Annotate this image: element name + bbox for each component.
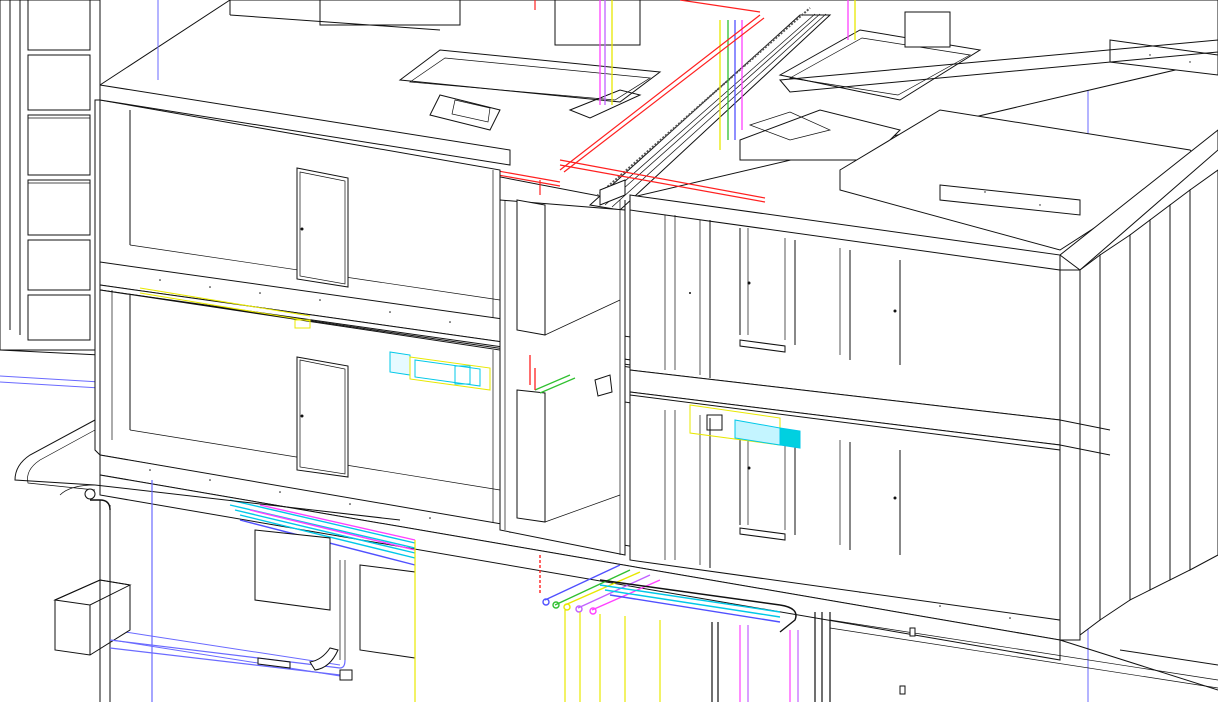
building-section-drawing (0, 0, 1218, 702)
door-icon (296, 167, 349, 288)
left-facade-wall (0, 0, 101, 356)
pipe-icon (109, 639, 353, 681)
door-icon (296, 356, 349, 478)
model-viewport[interactable] (0, 0, 1218, 702)
